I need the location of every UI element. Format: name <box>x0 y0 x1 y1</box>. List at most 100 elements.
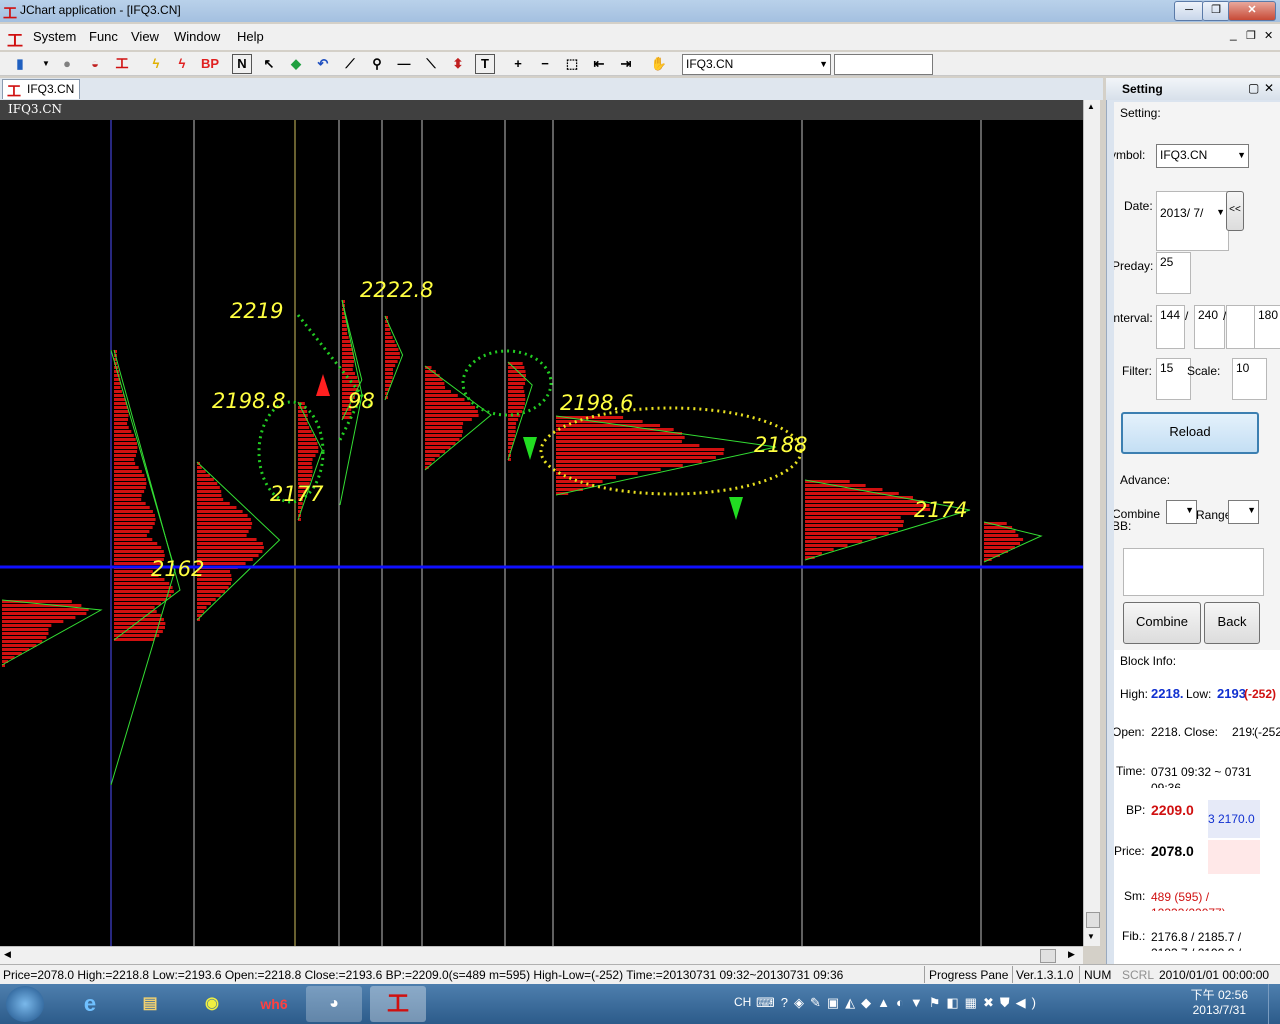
preday-input[interactable]: 25 <box>1156 252 1191 294</box>
tpo-bar <box>556 480 603 483</box>
tpo-bar <box>197 522 253 525</box>
tpo-bar <box>425 438 460 441</box>
tpo-bar <box>298 458 313 461</box>
tpo-bar <box>425 394 458 397</box>
mdi-minimize-button[interactable]: _ <box>1230 27 1237 41</box>
back-button[interactable]: Back <box>1204 602 1260 644</box>
reload-button[interactable]: Reload <box>1121 412 1259 454</box>
tpo-bar <box>2 620 64 623</box>
restore-button[interactable]: ❐ <box>1202 1 1230 21</box>
menu-window[interactable]: Window <box>174 29 220 44</box>
panel-pin-icon[interactable]: ▢ <box>1248 81 1259 95</box>
jchart-icon[interactable]: 工 <box>370 986 426 1022</box>
menu-view[interactable]: View <box>131 29 159 44</box>
bp-button[interactable]: BP <box>198 54 222 74</box>
vertical-scrollbar[interactable]: ▲ ▼ <box>1083 100 1100 946</box>
minus-icon[interactable]: − <box>535 54 555 74</box>
mdi-close-button[interactable]: ✕ <box>1264 29 1273 42</box>
cursor-icon[interactable]: ↖ <box>259 54 279 74</box>
ie-icon[interactable]: e <box>62 986 118 1022</box>
date-back-button[interactable]: << <box>1226 191 1244 231</box>
tab-ifq3[interactable]: 工 IFQ3.CN <box>2 79 80 99</box>
forward-arrow-icon[interactable]: ⇥ <box>616 54 636 74</box>
scale-input[interactable]: 10 <box>1232 358 1267 400</box>
interval-input-3[interactable] <box>1226 305 1255 349</box>
tpo-bar <box>197 606 207 609</box>
panel-close-icon[interactable]: ✕ <box>1264 81 1274 95</box>
range-select[interactable]: ▼ <box>1228 500 1259 524</box>
dropdown-arrow-icon[interactable]: ▼ <box>36 54 56 74</box>
price-label: Price: <box>1114 844 1145 858</box>
wh6-icon[interactable]: wh6 <box>246 986 302 1022</box>
cube-icon[interactable]: ◆ <box>286 54 306 74</box>
n-button[interactable]: N <box>232 54 252 74</box>
filter-input[interactable]: 15 <box>1156 358 1191 400</box>
chrome-icon[interactable]: ◉ <box>184 986 240 1022</box>
updown-icon[interactable]: ⬍ <box>448 54 468 74</box>
hline-icon[interactable]: — <box>394 54 414 74</box>
menu-func[interactable]: Func <box>89 29 118 44</box>
tray-icons[interactable]: ⌨?◈✎▣◭◆▲◐▼⚑◧▦✖⛊◀) <box>756 995 1042 1011</box>
hscroll-thumb[interactable] <box>1040 949 1056 963</box>
scale-label: Scale: <box>1187 364 1221 378</box>
scroll-right-icon[interactable]: ▶ <box>1068 949 1075 960</box>
combine-button[interactable]: Combine <box>1123 602 1201 644</box>
scroll-left-icon[interactable]: ◀ <box>4 949 11 960</box>
filter-label: Filter: <box>1122 364 1152 378</box>
logo-icon[interactable]: 工 <box>112 54 132 74</box>
mdi-restore-button[interactable]: ❐ <box>1246 29 1256 42</box>
tpo-bar <box>114 514 155 517</box>
show-desktop-button[interactable] <box>1268 984 1280 1024</box>
interval-input-2[interactable]: 240 <box>1194 305 1225 349</box>
tpo-bar <box>197 554 259 557</box>
tpo-bar <box>114 594 172 597</box>
menu-system[interactable]: System <box>33 29 76 44</box>
chart-area[interactable]: 2219 2222.8 2198.8 98 2177 2198.6 2188 2162 2174 <box>0 100 1083 946</box>
scroll-up-icon[interactable]: ▲ <box>1087 102 1095 111</box>
tpo-bar <box>342 360 354 363</box>
interval-input-4[interactable]: 180 <box>1254 305 1280 349</box>
select-box-icon[interactable]: ⬚ <box>562 54 582 74</box>
menu-help[interactable]: Help <box>237 29 264 44</box>
symbol-select[interactable]: IFQ3.CN ▼ <box>1156 144 1249 168</box>
car-icon[interactable]: ◒ <box>85 54 105 74</box>
combine-text-area[interactable] <box>1123 548 1264 596</box>
toolbar-search-input[interactable] <box>834 54 933 75</box>
start-button[interactable] <box>6 986 44 1022</box>
date-picker[interactable]: 2013/ 7/ ▼ <box>1156 191 1229 251</box>
undo-icon[interactable]: ↶ <box>313 54 333 74</box>
diagonal-line-icon[interactable]: ⟍ <box>421 54 441 74</box>
line-icon[interactable]: ⟋ <box>340 54 360 74</box>
horizontal-scrollbar[interactable]: ◀ ▶ <box>0 946 1083 964</box>
low-extra: (-252) <box>1244 687 1277 701</box>
t-button[interactable]: T <box>475 54 495 74</box>
zoom-icon[interactable]: ⚲ <box>367 54 387 74</box>
hand-icon[interactable]: ✋ <box>649 54 669 74</box>
chart-type-icon[interactable]: ▮ <box>10 54 30 74</box>
tpo-bar <box>425 422 464 425</box>
lightning-yellow-icon[interactable]: ϟ <box>146 54 166 74</box>
interval-input-1[interactable]: 144 <box>1156 305 1185 349</box>
toolbar-symbol-select[interactable]: IFQ3.CN ▼ <box>682 54 831 75</box>
combine-bb-select[interactable]: ▼ <box>1166 500 1197 524</box>
tpo-bar <box>114 510 153 513</box>
minimize-button[interactable]: ─ <box>1174 1 1204 21</box>
tpo-bar <box>114 394 124 397</box>
explorer-icon[interactable]: ▤ <box>122 986 178 1022</box>
qq-icon[interactable]: ◕ <box>306 986 362 1022</box>
plus-icon[interactable]: + <box>508 54 528 74</box>
tpo-bar <box>114 602 161 605</box>
system-clock[interactable]: 下午 02:56 2013/7/31 <box>1191 988 1248 1018</box>
tpo-bar <box>508 398 526 401</box>
close-button[interactable]: ✕ <box>1228 1 1276 21</box>
tpo-bar <box>298 426 310 429</box>
market-profile-chart[interactable]: 2219 2222.8 2198.8 98 2177 2198.6 2188 2162 2174 <box>0 100 1083 946</box>
language-indicator[interactable]: CH <box>734 995 751 1009</box>
scroll-thumb[interactable] <box>1086 912 1100 928</box>
back-arrow-icon[interactable]: ⇤ <box>589 54 609 74</box>
lightning-red-icon[interactable]: ϟ <box>172 54 192 74</box>
tpo-bar <box>984 538 1024 541</box>
tpo-bar <box>385 368 394 371</box>
scroll-down-icon[interactable]: ▼ <box>1087 932 1095 941</box>
record-icon[interactable]: ● <box>57 54 77 74</box>
